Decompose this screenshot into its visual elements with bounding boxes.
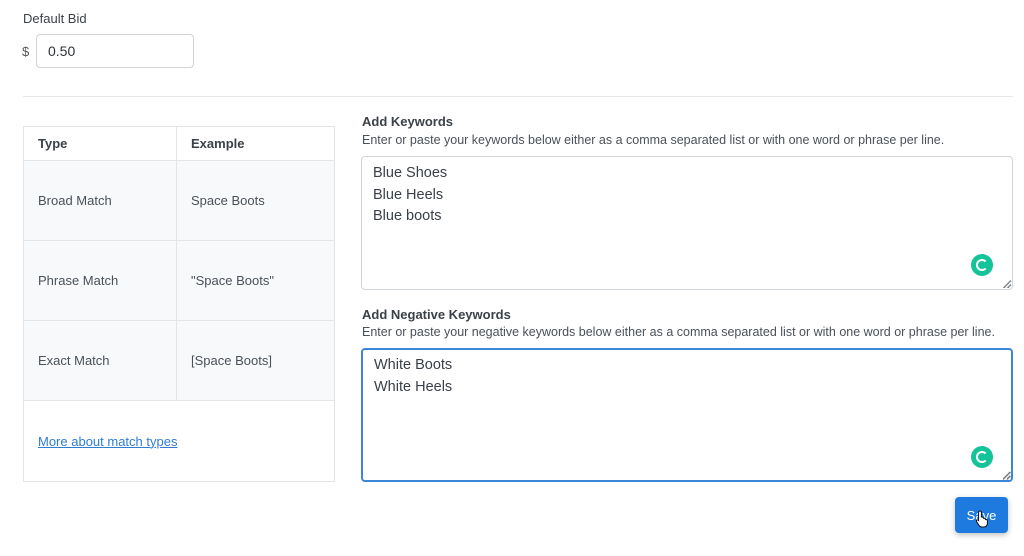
column-header-example: Example (176, 126, 335, 161)
match-type-cell: Phrase Match (23, 240, 177, 321)
table-row: Broad Match Space Boots (23, 160, 335, 241)
campaign-keyword-settings: Default Bid $ Type Example Broad Match S… (0, 0, 1024, 556)
match-example-cell: [Space Boots] (176, 320, 335, 401)
match-example-cell: Space Boots (176, 160, 335, 241)
negative-keywords-textarea[interactable]: White Boots White Heels (361, 348, 1013, 482)
table-row: Exact Match [Space Boots] (23, 320, 335, 401)
default-bid-label: Default Bid (23, 11, 87, 26)
grammarly-ring-icon (976, 259, 988, 271)
more-about-match-types-link[interactable]: More about match types (38, 434, 177, 449)
resize-handle-icon[interactable] (1003, 472, 1011, 480)
add-keywords-heading: Add Keywords (362, 114, 454, 129)
add-negative-keywords-help: Enter or paste your negative keywords be… (362, 325, 995, 339)
match-types-table: Type Example Broad Match Space Boots Phr… (23, 126, 335, 482)
grammarly-icon[interactable] (971, 254, 993, 276)
match-types-link-cell: More about match types (23, 400, 335, 482)
table-row: Phrase Match "Space Boots" (23, 240, 335, 321)
hand-cursor-icon (975, 510, 988, 528)
match-type-cell: Exact Match (23, 320, 177, 401)
grammarly-icon[interactable] (971, 446, 993, 468)
resize-handle-icon[interactable] (1003, 280, 1011, 288)
section-divider (23, 96, 1013, 97)
grammarly-ring-icon (976, 451, 988, 463)
table-row: More about match types (23, 400, 335, 482)
table-header-row: Type Example (23, 126, 335, 161)
match-example-cell: "Space Boots" (176, 240, 335, 321)
keywords-textarea[interactable]: Blue Shoes Blue Heels Blue boots (361, 156, 1013, 290)
match-type-cell: Broad Match (23, 160, 177, 241)
default-bid-input[interactable] (36, 34, 194, 68)
column-header-type: Type (23, 126, 177, 161)
currency-symbol: $ (22, 44, 30, 59)
add-keywords-help: Enter or paste your keywords below eithe… (362, 133, 945, 147)
add-negative-keywords-heading: Add Negative Keywords (362, 307, 511, 322)
